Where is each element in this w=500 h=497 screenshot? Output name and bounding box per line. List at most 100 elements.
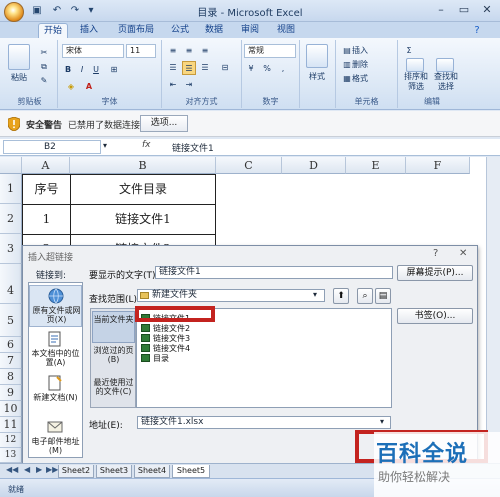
help-icon[interactable]: ? xyxy=(470,24,484,37)
browsed-pages-button[interactable]: 浏览过的页(B) xyxy=(92,343,135,375)
sheet-nav-last-icon[interactable]: ▶▶ xyxy=(46,465,58,474)
row-header-1[interactable]: 1 xyxy=(0,174,22,204)
link-this-document-button[interactable]: 本文档中的位置(A) xyxy=(29,329,82,371)
sheet-tab[interactable]: Sheet3 xyxy=(96,465,132,478)
font-size-box[interactable]: 11 xyxy=(126,44,156,58)
address-dropdown-icon[interactable]: ▾ xyxy=(380,417,384,426)
address-input[interactable]: 链接文件1.xlsx xyxy=(137,416,391,429)
look-in-combo[interactable]: 新建文件夹 xyxy=(137,289,325,302)
bookmark-button[interactable]: 书签(O)... xyxy=(397,308,473,324)
column-header-e[interactable]: E xyxy=(346,157,406,174)
row-header-3[interactable]: 3 xyxy=(0,234,22,264)
row-header-12[interactable]: 12 xyxy=(0,433,22,448)
align-right-icon[interactable]: ☰ xyxy=(198,61,212,75)
close-button[interactable]: ✕ xyxy=(476,2,498,18)
link-email-button[interactable]: 电子邮件地址(M) xyxy=(29,417,82,459)
sheet-tab[interactable]: Sheet4 xyxy=(134,465,170,478)
align-left-icon[interactable]: ☰ xyxy=(166,61,180,75)
tab-insert[interactable]: 插入 xyxy=(74,23,104,38)
delete-cells-button[interactable]: 删除 xyxy=(352,58,388,72)
styles-button[interactable]: 样式 xyxy=(302,70,332,84)
sheet-nav-first-icon[interactable]: ◀◀ xyxy=(6,465,18,474)
dialog-close-button[interactable]: ✕ xyxy=(459,248,467,259)
minimize-button[interactable]: – xyxy=(430,2,452,18)
align-center-icon[interactable]: ☰ xyxy=(182,61,196,75)
tab-page-layout[interactable]: 页面布局 xyxy=(110,23,162,38)
column-header-a[interactable]: A xyxy=(22,157,70,174)
formula-content[interactable]: 链接文件1 xyxy=(172,141,214,154)
name-box[interactable]: B2 xyxy=(3,140,101,154)
tab-view[interactable]: 视图 xyxy=(272,23,300,38)
tab-formulas[interactable]: 公式 xyxy=(166,23,194,38)
look-in-dropdown-icon[interactable]: ▾ xyxy=(313,290,317,299)
align-middle-icon[interactable]: ≡ xyxy=(182,44,196,58)
number-format-box[interactable]: 常规 xyxy=(244,44,296,58)
row-header-11[interactable]: 11 xyxy=(0,417,22,433)
underline-button[interactable]: U xyxy=(90,63,102,77)
align-top-icon[interactable]: ≡ xyxy=(166,44,180,58)
row-header-8[interactable]: 8 xyxy=(0,369,22,385)
comma-button[interactable]: , xyxy=(276,62,290,76)
sort-filter-icon[interactable] xyxy=(406,58,424,72)
sheet-tab-active[interactable]: Sheet5 xyxy=(172,465,210,478)
display-text-input[interactable]: 链接文件1 xyxy=(155,266,393,279)
row-header-6[interactable]: 6 xyxy=(0,337,22,353)
cell-a1[interactable]: 序号 xyxy=(22,174,71,205)
italic-button[interactable]: I xyxy=(76,63,88,77)
row-header-7[interactable]: 7 xyxy=(0,353,22,369)
font-name-box[interactable]: 宋体 xyxy=(62,44,124,58)
list-item[interactable]: 目录 xyxy=(141,354,169,364)
maximize-button[interactable]: ▭ xyxy=(453,2,475,18)
search-web-button[interactable]: ⌕ xyxy=(357,288,373,304)
list-item[interactable]: 链接文件2 xyxy=(141,324,190,334)
merge-cells-icon[interactable]: ⊟ xyxy=(218,61,232,75)
screentip-button[interactable]: 屏幕提示(P)... xyxy=(397,265,473,281)
font-color-button[interactable]: A xyxy=(82,80,96,94)
cut-icon[interactable]: ✂ xyxy=(38,46,50,60)
sheet-tab[interactable]: Sheet2 xyxy=(58,465,94,478)
paste-button[interactable]: 粘贴 xyxy=(6,71,32,85)
select-all-corner[interactable] xyxy=(0,157,22,174)
dialog-help-button[interactable]: ? xyxy=(433,248,438,259)
percent-button[interactable]: % xyxy=(260,62,274,76)
insert-function-button[interactable]: fx xyxy=(142,140,151,150)
sheet-nav-prev-icon[interactable]: ◀ xyxy=(24,465,30,474)
fill-color-icon[interactable]: ◈ xyxy=(64,80,78,94)
align-bottom-icon[interactable]: ≡ xyxy=(198,44,212,58)
row-header-4[interactable]: 4 xyxy=(0,264,22,304)
styles-icon[interactable] xyxy=(306,44,328,68)
decrease-indent-icon[interactable]: ⇤ xyxy=(166,78,180,92)
current-folder-button[interactable]: 当前文件夹 xyxy=(92,311,135,343)
bold-button[interactable]: B xyxy=(62,63,74,77)
format-cells-button[interactable]: 格式 xyxy=(352,72,388,86)
increase-indent-icon[interactable]: ⇥ xyxy=(182,78,196,92)
row-header-2[interactable]: 2 xyxy=(0,204,22,234)
find-select-button[interactable]: 查找和 选择 xyxy=(430,72,462,94)
list-item[interactable]: 链接文件3 xyxy=(141,334,190,344)
cell-b2[interactable]: 链接文件1 xyxy=(70,204,216,235)
sheet-nav-next-icon[interactable]: ▶ xyxy=(36,465,42,474)
currency-icon[interactable]: ¥ xyxy=(244,62,258,76)
insert-cells-button[interactable]: 插入 xyxy=(352,44,388,58)
sort-filter-button[interactable]: 排序和 筛选 xyxy=(400,72,432,94)
up-folder-button[interactable]: ⬆ xyxy=(333,288,349,304)
find-select-icon[interactable] xyxy=(436,58,454,72)
vertical-scrollbar[interactable] xyxy=(486,157,500,463)
autosum-icon[interactable]: Σ xyxy=(402,44,416,58)
column-header-f[interactable]: F xyxy=(406,157,470,174)
tab-review[interactable]: 审阅 xyxy=(236,23,264,38)
tab-home[interactable]: 开始 xyxy=(38,23,68,38)
row-header-9[interactable]: 9 xyxy=(0,385,22,401)
tab-data[interactable]: 数据 xyxy=(200,23,228,38)
link-new-document-button[interactable]: 新建文档(N) xyxy=(29,373,82,415)
row-header-13[interactable]: 13 xyxy=(0,448,22,463)
column-header-b[interactable]: B xyxy=(70,157,216,174)
row-header-5[interactable]: 5 xyxy=(0,304,22,337)
column-header-d[interactable]: D xyxy=(282,157,346,174)
format-painter-icon[interactable]: ✎ xyxy=(38,74,50,88)
column-header-c[interactable]: C xyxy=(216,157,282,174)
security-options-button[interactable]: 选项... xyxy=(140,115,188,132)
cell-b1[interactable]: 文件目录 xyxy=(70,174,216,205)
recent-files-button[interactable]: 最近使用过的文件(C) xyxy=(92,375,135,407)
browse-file-button[interactable]: ▤ xyxy=(375,288,391,304)
